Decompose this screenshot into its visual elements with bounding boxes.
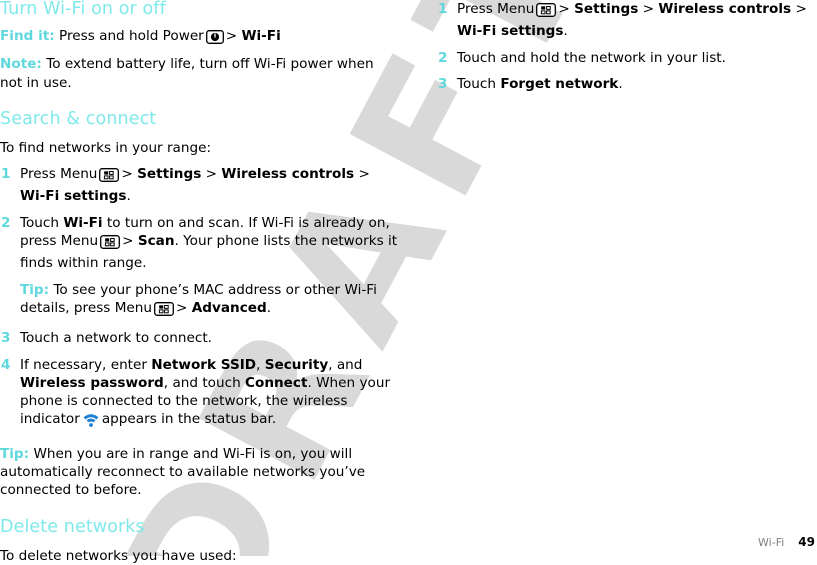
menu-settings-label: Settings	[137, 166, 202, 183]
menu-grid-icon	[99, 168, 120, 187]
menu-grid-icon	[536, 3, 557, 22]
menu-settings-label: Settings	[574, 1, 639, 17]
menu-scan-label: Scan	[137, 233, 175, 250]
wifi-toggle-label: Wi-Fi	[63, 214, 103, 231]
step-separator-2: >	[205, 166, 218, 183]
list-item: 4 If necessary, enter Network SSID, Secu…	[0, 356, 398, 433]
note-text: To extend battery life, turn off Wi-Fi p…	[0, 56, 374, 91]
tip-auto-reconnect: Tip: When you are in range and Wi-Fi is …	[0, 445, 398, 500]
search-intro-text: To find networks in your range:	[0, 139, 212, 156]
step-number: 3	[1, 330, 11, 347]
step-text-if-necessary: If necessary, enter	[20, 356, 147, 373]
step-number: 2	[438, 49, 448, 66]
tip-tail: .	[266, 299, 272, 316]
step-separator-1: >	[558, 1, 570, 17]
step-text-touch-hold: Touch and hold the network in your list.	[457, 49, 726, 66]
menu-grid-icon	[100, 235, 121, 254]
tip-separator: >	[176, 299, 188, 316]
step-comma-1: ,	[256, 356, 261, 373]
step-number: 1	[438, 1, 448, 17]
page-title-turn-wifi: Turn Wi-Fi on or off	[0, 0, 166, 19]
delete-networks-steps: 1 Press Menu > Settings > Wireless contro…	[437, 0, 817, 93]
step-text-and-touch: , and touch	[163, 374, 241, 391]
find-it-line: Find it: Press and hold Power > Wi-Fi	[0, 27, 398, 49]
step-number: 2	[1, 214, 11, 231]
right-column: 1 Press Menu > Settings > Wireless contro…	[437, 0, 817, 93]
list-item: 3 Touch a network to connect.	[0, 329, 398, 347]
step-text-touch: Touch	[20, 214, 60, 231]
step-separator-3: >	[358, 166, 370, 183]
menu-grid-icon	[154, 302, 174, 321]
step-tail: .	[563, 23, 568, 40]
footer-section-label: Wi-Fi	[758, 536, 785, 549]
menu-wireless-controls-label: Wireless controls	[221, 166, 355, 183]
field-security-label: Security	[264, 356, 329, 373]
step-number: 3	[438, 75, 448, 92]
note-line: Note: To extend battery life, turn off W…	[0, 55, 398, 92]
field-network-ssid-label: Network SSID	[151, 356, 257, 373]
step-text-status-bar: appears in the status bar.	[101, 411, 277, 428]
step-tail: .	[618, 75, 623, 92]
wifi-signal-icon	[82, 413, 100, 432]
tip-label: Tip:	[20, 281, 50, 298]
find-it-separator: >	[225, 28, 238, 44]
forget-network-label: Forget network	[500, 75, 619, 92]
step-text-and: , and	[328, 356, 363, 373]
step-text-touch: Touch	[457, 75, 497, 92]
step-separator-2: >	[642, 1, 655, 17]
tip-mac-address: Tip: To see your phone’s MAC address or …	[20, 281, 398, 322]
step-text-press-menu: Press Menu	[20, 166, 98, 183]
find-it-label: Find it:	[0, 28, 55, 44]
power-icon	[205, 30, 224, 49]
page-footer: Wi-Fi 49	[0, 535, 817, 549]
step-tail: .	[126, 188, 131, 205]
left-column: Turn Wi-Fi on or off Find it: Press and …	[0, 0, 398, 565]
menu-wifi-settings-label: Wi-Fi settings	[20, 188, 127, 205]
find-it-text: Press and hold Power	[59, 28, 204, 44]
list-item: 3 Touch Forget network.	[437, 75, 817, 93]
step-number: 4	[1, 356, 11, 373]
connect-button-label: Connect	[245, 374, 308, 391]
step-separator-1: >	[121, 166, 133, 183]
tip-label: Tip:	[0, 445, 30, 462]
tip-text: When you are in range and Wi-Fi is on, y…	[0, 445, 366, 499]
heading-search-connect: Search & connect	[0, 108, 157, 129]
menu-wireless-controls-label: Wireless controls	[658, 1, 792, 17]
list-item: 2 Touch and hold the network in your lis…	[437, 49, 817, 67]
step-number: 1	[1, 166, 11, 183]
search-connect-steps: 1 Press Menu > Settings > Wireless contro…	[0, 165, 398, 433]
list-item: 2 Touch Wi-Fi to turn on and scan. If Wi…	[0, 214, 398, 321]
field-wireless-password-label: Wireless password	[20, 374, 164, 391]
step-text-press-menu: Press Menu	[457, 1, 535, 17]
find-it-target: Wi-Fi	[241, 28, 281, 44]
menu-wifi-settings-label: Wi-Fi settings	[457, 23, 564, 40]
footer-page-number: 49	[798, 535, 815, 549]
step-text-touch-network: Touch a network to connect.	[20, 330, 212, 347]
step-separator-1: >	[122, 233, 134, 250]
list-item: 1 Press Menu > Settings > Wireless contro…	[437, 0, 817, 41]
menu-advanced-label: Advanced	[191, 299, 267, 316]
step-separator-3: >	[795, 1, 807, 17]
list-item: 1 Press Menu > Settings > Wireless contro…	[0, 165, 398, 206]
note-label: Note:	[0, 56, 42, 73]
heading-delete-networks: Delete networks	[0, 516, 145, 537]
